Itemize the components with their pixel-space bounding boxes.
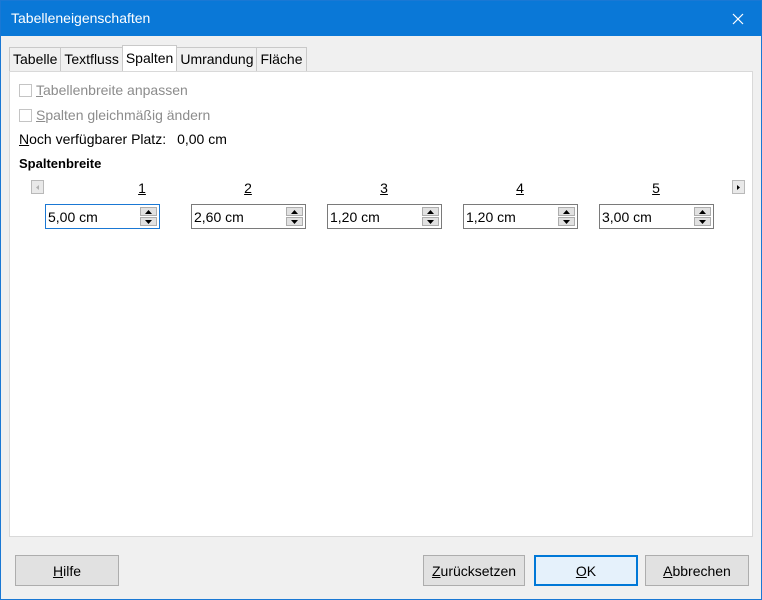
arrow-right-icon [737, 184, 740, 190]
remaining-space: Noch verfügbarer Platz: 0,00 cm [19, 131, 227, 147]
chevron-down-icon [291, 219, 298, 224]
tab-bar: Tabelle Textfluss Spalten Umrandung Fläc… [9, 45, 307, 71]
adjust-columns-option[interactable]: Spalten gleichmäßig ändern [19, 106, 210, 124]
help-button[interactable]: Hilfe [15, 555, 119, 586]
remaining-space-label: Noch verfügbarer Platz: [19, 131, 167, 147]
columns-panel: Tabellenbreite anpassen Spalten gleichmä… [9, 71, 753, 537]
increment-button[interactable] [422, 207, 439, 216]
adapt-width-label: Tabellenbreite anpassen [36, 82, 188, 98]
column-label-3: 3 [380, 180, 388, 196]
remaining-space-value: 0,00 cm [177, 131, 227, 147]
tab-textfluss[interactable]: Textfluss [60, 47, 123, 71]
column-label-4: 4 [516, 180, 524, 196]
column-width-value-5[interactable]: 3,00 cm [602, 209, 652, 225]
adjust-columns-checkbox[interactable] [19, 108, 32, 122]
column-width-spinbox-5[interactable]: 3,00 cm [599, 204, 714, 229]
decrement-button[interactable] [694, 217, 711, 226]
adjust-columns-label: Spalten gleichmäßig ändern [36, 107, 211, 123]
ok-button[interactable]: OK [534, 555, 638, 586]
column-width-value-2[interactable]: 2,60 cm [194, 209, 244, 225]
reset-button[interactable]: Zurücksetzen [423, 555, 525, 586]
increment-button[interactable] [140, 207, 157, 216]
column-width-spinbox-3[interactable]: 1,20 cm [327, 204, 442, 229]
cancel-button[interactable]: Abbrechen [645, 555, 749, 586]
column-label-1: 1 [138, 180, 146, 196]
increment-button[interactable] [694, 207, 711, 216]
column-width-value-3[interactable]: 1,20 cm [330, 209, 380, 225]
chevron-up-icon [699, 209, 706, 214]
column-width-spinbox-2[interactable]: 2,60 cm [191, 204, 306, 229]
decrement-button[interactable] [558, 217, 575, 226]
close-icon [732, 13, 744, 24]
chevron-up-icon [145, 209, 152, 214]
column-width-value-4[interactable]: 1,20 cm [466, 209, 516, 225]
chevron-down-icon [427, 219, 434, 224]
column-width-value-1[interactable]: 5,00 cm [48, 209, 98, 225]
adapt-width-checkbox[interactable] [19, 83, 32, 97]
column-label-2: 2 [244, 180, 252, 196]
close-button[interactable] [715, 1, 761, 36]
chevron-down-icon [563, 219, 570, 224]
column-label-5: 5 [652, 180, 660, 196]
column-width-spinbox-4[interactable]: 1,20 cm [463, 204, 578, 229]
tab-spalten[interactable]: Spalten [121, 45, 178, 71]
scroll-left-button[interactable] [31, 180, 44, 194]
tab-umrandung[interactable]: Umrandung [176, 47, 258, 71]
chevron-up-icon [427, 209, 434, 214]
arrow-left-icon [36, 184, 39, 190]
tab-flaeche[interactable]: Fläche [256, 47, 307, 71]
chevron-up-icon [291, 209, 298, 214]
scroll-right-button[interactable] [732, 180, 745, 194]
decrement-button[interactable] [140, 217, 157, 226]
tab-tabelle[interactable]: Tabelle [9, 47, 62, 71]
increment-button[interactable] [286, 207, 303, 216]
window-title: Tabelleneigenschaften [11, 10, 151, 26]
increment-button[interactable] [558, 207, 575, 216]
adapt-width-option[interactable]: Tabellenbreite anpassen [19, 81, 188, 99]
decrement-button[interactable] [422, 217, 439, 226]
chevron-down-icon [699, 219, 706, 224]
chevron-up-icon [563, 209, 570, 214]
column-width-heading: Spaltenbreite [19, 156, 102, 171]
decrement-button[interactable] [286, 217, 303, 226]
dialog-window: Tabelleneigenschaften Tabelle Textfluss … [0, 0, 762, 600]
column-width-spinbox-1[interactable]: 5,00 cm [45, 204, 160, 229]
chevron-down-icon [145, 219, 152, 224]
title-bar: Tabelleneigenschaften [1, 1, 761, 36]
